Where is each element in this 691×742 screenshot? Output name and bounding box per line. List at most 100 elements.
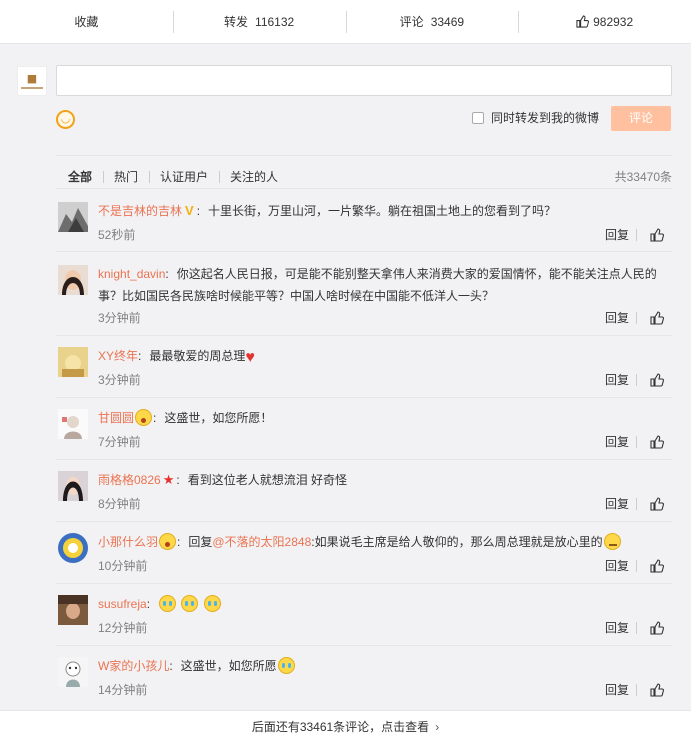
- reply-button[interactable]: 回复: [605, 228, 629, 242]
- comment-divider: [56, 397, 672, 398]
- comment-label: 评论: [399, 14, 424, 29]
- avatar[interactable]: [58, 265, 88, 295]
- tabs-divider: [56, 155, 672, 156]
- tab-following[interactable]: 关注的人: [219, 170, 289, 184]
- comment-content: 小那什么羽: 回复@不落的太阳2848:如果说毛主席是给人敬仰的，那么周总理就是放…: [98, 531, 668, 553]
- comment-username[interactable]: 甘圆圆: [98, 411, 134, 425]
- action-separator: [636, 312, 637, 324]
- load-more-comments-link[interactable]: 后面还有33461条评论，点击查看 ›: [0, 710, 691, 742]
- favorite-label: 收藏: [74, 14, 99, 29]
- avatar[interactable]: [58, 595, 88, 625]
- tab-hot[interactable]: 热门: [103, 170, 149, 184]
- repost-checkbox-label: 同时转发到我的微博: [491, 111, 600, 125]
- comment-divider: [56, 188, 672, 189]
- comment-divider: [56, 251, 672, 252]
- thumbs-up-icon[interactable]: [650, 683, 664, 697]
- comment-time: 12分钟前: [98, 621, 148, 635]
- action-separator: [636, 498, 637, 510]
- comment-content: 不是吉林的吉林 V: 十里长街，万里山河，一片繁华。躺在祖国土地上的您看到了吗？: [98, 203, 557, 218]
- reply-button[interactable]: 回复: [605, 683, 629, 697]
- like-button[interactable]: 982932: [518, 10, 691, 33]
- comment-time: 7分钟前: [98, 435, 141, 449]
- thumbs-up-icon[interactable]: [650, 311, 664, 325]
- comment-username[interactable]: 小那什么羽: [98, 535, 158, 549]
- comment-username[interactable]: knight_davin: [98, 267, 165, 281]
- favorite-button[interactable]: 收藏: [0, 11, 173, 33]
- reply-button[interactable]: 回复: [605, 435, 629, 449]
- verified-v-icon: V: [185, 203, 194, 218]
- action-separator: [636, 229, 637, 241]
- submit-comment-button[interactable]: 评论: [611, 106, 671, 131]
- crying-emoji-icon: [181, 595, 199, 612]
- mention-link[interactable]: @不落的太阳2848: [212, 535, 311, 549]
- comment-divider: [56, 335, 672, 336]
- comment-text: 这盛世，如您所愿: [180, 659, 277, 673]
- weibo-comment-panel: 收藏 转发 116132 评论 33469 982932 ■ ◡ 同时转发到我的…: [0, 0, 691, 742]
- comment-username[interactable]: 雨格格0826: [98, 473, 161, 487]
- load-more-label: 后面还有33461条评论，点击查看: [251, 720, 430, 734]
- thumbs-up-icon[interactable]: [650, 228, 664, 242]
- avatar[interactable]: [58, 471, 88, 501]
- emoji-icon[interactable]: ◡: [56, 110, 75, 129]
- comment-divider: [56, 459, 672, 460]
- thumbs-up-icon[interactable]: [650, 559, 664, 573]
- comment-username[interactable]: XY终年: [98, 349, 138, 363]
- thumbs-up-icon[interactable]: [650, 373, 664, 387]
- comment-text: 你这起名人民日报，可是能不能别整天拿伟人来消费大家的爱国情怀，能不能关注点人民的…: [98, 267, 657, 303]
- comment-divider: [56, 645, 672, 646]
- comment-time: 3分钟前: [98, 311, 141, 325]
- comment-time: 52秒前: [98, 228, 136, 242]
- reply-prefix: 回复: [188, 535, 213, 549]
- comment-text: 最最敬爱的周总理: [149, 349, 246, 363]
- reply-button[interactable]: 回复: [605, 497, 629, 511]
- comment-text: 十里长街，万里山河，一片繁华。躺在祖国土地上的您看到了吗？: [208, 204, 557, 218]
- comment-filter-tabs: 全部 热门 认证用户 关注的人: [68, 170, 289, 184]
- comment-username[interactable]: W家的小孩儿: [98, 659, 169, 673]
- crying-emoji-icon: [277, 657, 295, 674]
- comment-content: susufreja:: [98, 593, 668, 615]
- crying-emoji-icon: [203, 595, 221, 612]
- shy-emoji-icon: [603, 533, 621, 550]
- reply-button[interactable]: 回复: [605, 621, 629, 635]
- logo-underline: [21, 87, 43, 89]
- tab-all[interactable]: 全部: [68, 170, 103, 184]
- reply-button[interactable]: 回复: [605, 559, 629, 573]
- thumbs-up-icon[interactable]: [650, 497, 664, 511]
- total-comments-count: 共33470条: [614, 170, 672, 184]
- comment-username[interactable]: 不是吉林的吉林: [98, 204, 182, 218]
- action-separator: [636, 622, 637, 634]
- reply-button[interactable]: 回复: [605, 311, 629, 325]
- action-bar: 收藏 转发 116132 评论 33469 982932: [0, 0, 691, 44]
- comment-text: 看到这位老人就想流泪 好奇怪: [187, 473, 348, 487]
- comment-divider: [56, 583, 672, 584]
- tab-verified-users[interactable]: 认证用户: [149, 170, 219, 184]
- repost-button[interactable]: 转发 116132: [172, 10, 346, 33]
- avatar[interactable]: [58, 202, 88, 232]
- comment-text: 这盛世，如您所愿！: [164, 411, 273, 425]
- brand-logo-icon: ■: [26, 72, 38, 85]
- action-separator: [636, 436, 637, 448]
- star-badge-icon: ★: [162, 472, 175, 487]
- avatar[interactable]: [58, 533, 88, 563]
- crying-emoji-icon: [159, 595, 177, 612]
- repost-checkbox[interactable]: [472, 112, 484, 124]
- badge-emoji-icon: [135, 409, 153, 426]
- thumbs-up-icon[interactable]: [650, 621, 664, 635]
- comment-input[interactable]: [56, 65, 672, 96]
- avatar[interactable]: [58, 409, 88, 439]
- comment-button[interactable]: 评论 33469: [345, 10, 519, 33]
- comment-username[interactable]: susufreja: [98, 597, 147, 611]
- comment-divider: [56, 521, 672, 522]
- avatar[interactable]: [58, 657, 88, 687]
- comment-text: :如果说毛主席是给人敬仰的，那么周总理就是放心里的: [311, 535, 603, 549]
- comment-time: 8分钟前: [98, 497, 141, 511]
- reply-button[interactable]: 回复: [605, 373, 629, 387]
- avatar[interactable]: [58, 347, 88, 377]
- action-separator: [636, 560, 637, 572]
- chevron-right-icon: ›: [435, 720, 440, 734]
- thumbs-up-icon: [576, 15, 590, 28]
- thumbs-up-icon[interactable]: [650, 435, 664, 449]
- comment-content: XY终年: 最最敬爱的周总理♥: [98, 349, 255, 366]
- current-user-avatar[interactable]: ■: [17, 66, 47, 96]
- comment-content: 甘圆圆: 这盛世，如您所愿！: [98, 409, 273, 426]
